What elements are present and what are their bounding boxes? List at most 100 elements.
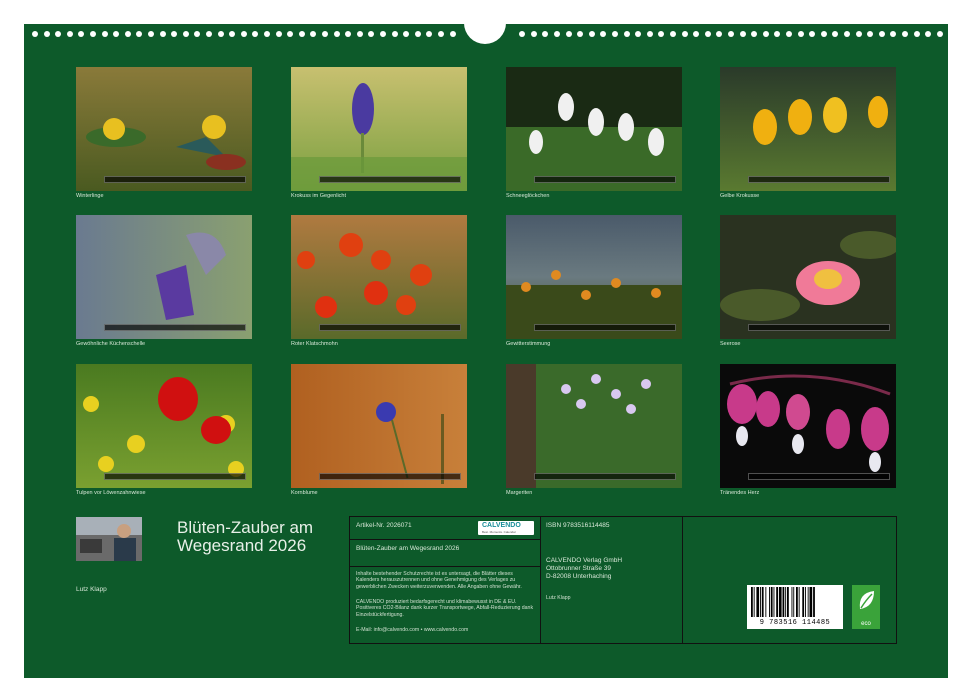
binding-hole — [739, 31, 746, 37]
photo-caption: Seerose — [720, 341, 741, 347]
binding-hole — [101, 31, 108, 37]
barcode-bar — [761, 587, 764, 617]
binding-hole — [194, 31, 201, 37]
binding-hole — [136, 31, 143, 37]
eco-production-text: CALVENDO produziert bedarfsgerecht und k… — [356, 599, 534, 618]
photo-caption: Gewöhnliche Küchenschelle — [76, 341, 146, 347]
binding-hole — [588, 31, 595, 37]
binding-hole — [519, 31, 526, 37]
binding-hole — [264, 31, 270, 37]
barcode-bar — [773, 587, 775, 617]
binding-hole — [275, 31, 282, 37]
photo-credit-bar — [534, 473, 676, 480]
binding-hole — [90, 31, 96, 37]
barcode-bar — [760, 587, 761, 617]
binding-hole — [345, 31, 352, 37]
barcode-bar — [807, 587, 809, 617]
photo-klatschmohn — [291, 215, 467, 339]
binding-hole — [530, 31, 537, 37]
barcode-number: 9 783516 114485 — [759, 619, 831, 627]
photo-credit-bar — [748, 473, 890, 480]
imprint-column-1: Artikel-Nr. 2026071 CALVENDO Best. Momen… — [350, 517, 541, 643]
photo-caption: Margeriten — [506, 490, 533, 496]
calendar-title-line1: Blüten-Zauber am — [177, 518, 314, 537]
logo-text: CALVENDO — [482, 522, 521, 529]
photo-schneegloeckchen — [506, 67, 682, 191]
binding-hole — [855, 31, 862, 37]
binding-hole — [368, 31, 375, 37]
barcode-bar — [782, 587, 785, 617]
photo-caption: Winterlinge — [76, 193, 104, 199]
binding-hole — [762, 31, 769, 37]
photo-tulpen — [76, 364, 252, 488]
binding-hole — [542, 31, 549, 37]
binding-hole — [148, 31, 154, 37]
photo-caption: Schneeglöckchen — [506, 193, 550, 199]
author-name: Lutz Klapp — [76, 586, 107, 593]
photo-kuechenschelle — [76, 215, 252, 339]
binding-hole — [820, 31, 827, 37]
barcode-bar — [809, 587, 813, 617]
binding-hole — [612, 31, 618, 37]
binding-hole — [704, 31, 711, 37]
binding-hole — [298, 31, 305, 37]
rights-text: Inhalte bestehender Schutzrechte ist es … — [356, 571, 522, 590]
binding-hole — [890, 31, 897, 37]
photo-caption: Gelbe Krokusse — [720, 193, 760, 199]
binding-hole — [66, 31, 73, 37]
photo-gelbe-krokusse — [720, 67, 896, 191]
binding-hole — [565, 31, 572, 37]
photo-winterlinge — [76, 67, 252, 191]
contact-text: E-Mail: info@calvendo.com • www.calvendo… — [356, 627, 469, 633]
barcode-bar — [769, 587, 770, 617]
photo-caption: Roter Klatschmohn — [291, 341, 338, 347]
binding-hole — [670, 31, 676, 37]
photo-credit-bar — [534, 176, 676, 183]
eco-label: eco — [861, 621, 871, 627]
author-photo — [76, 517, 142, 561]
binding-hole — [693, 31, 700, 37]
barcode-bar — [791, 587, 793, 617]
photo-credit-bar — [534, 324, 676, 331]
binding-hole — [182, 31, 189, 37]
photo-kornblume — [291, 364, 467, 488]
calendar-back-page: Winterlinge Krokuss im Gegenlicht Schnee… — [24, 22, 948, 678]
binding-hole — [356, 31, 363, 37]
photo-credit-bar — [319, 473, 461, 480]
barcode-bar — [793, 587, 795, 617]
binding-hole — [438, 31, 444, 37]
binding-hole — [322, 31, 328, 37]
binding-hole — [206, 31, 212, 37]
binding-hole — [646, 31, 653, 37]
binding-hole — [844, 31, 850, 37]
photo-caption: Kornblume — [291, 490, 318, 496]
binding-hole — [240, 31, 247, 37]
binding-hole — [774, 31, 781, 37]
hanger-notch — [464, 22, 506, 44]
publisher-line3: D-82008 Unterhaching — [546, 573, 612, 580]
barcode-bar — [787, 587, 789, 617]
binding-hole — [728, 31, 734, 37]
binding-hole — [391, 31, 398, 37]
barcode-bar — [798, 587, 800, 617]
binding-hole — [426, 31, 433, 37]
barcode-bar — [813, 587, 815, 617]
photo-credit-bar — [104, 324, 246, 331]
photo-margeriten — [506, 364, 682, 488]
author-credit: Lutz Klapp — [546, 595, 571, 601]
binding-hole — [867, 31, 874, 37]
binding-hole — [786, 31, 792, 37]
binding-hole — [832, 31, 839, 37]
barcode-bar — [778, 587, 782, 617]
publisher-line1: CALVENDO Verlag GmbH — [546, 557, 623, 564]
binding-hole — [124, 31, 131, 37]
binding-hole — [252, 31, 259, 37]
binding-hole — [902, 31, 908, 37]
binding-hole — [32, 31, 38, 37]
binding-hole — [333, 31, 340, 37]
binding-hole — [380, 31, 386, 37]
calendar-title-line2: Wegesrand 2026 — [177, 536, 307, 555]
barcode: 9 783516 114485 — [747, 585, 843, 629]
divider — [350, 566, 540, 567]
photo-caption: Krokuss im Gegenlicht — [291, 193, 347, 199]
